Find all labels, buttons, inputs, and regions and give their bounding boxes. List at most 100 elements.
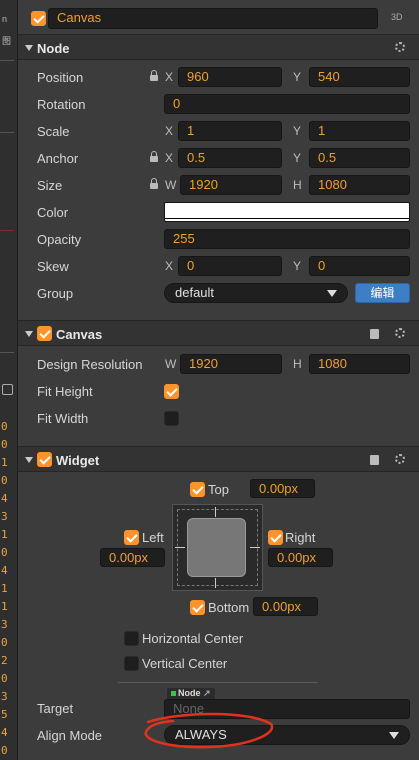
strip-code-char: 0 bbox=[1, 744, 8, 757]
align-right-label: Right bbox=[285, 530, 316, 545]
y-axis-label: Y bbox=[293, 124, 302, 138]
node-active-checkbox[interactable] bbox=[31, 11, 46, 26]
arrow-up-icon bbox=[215, 507, 216, 517]
horizontal-center-checkbox[interactable] bbox=[124, 631, 139, 646]
strip-code-char: 2 bbox=[1, 654, 8, 667]
anchor-x-input[interactable]: 0.5 bbox=[178, 148, 282, 168]
y-axis-label: Y bbox=[293, 70, 302, 84]
gear-icon[interactable] bbox=[395, 454, 405, 464]
align-top-checkbox[interactable] bbox=[190, 482, 205, 497]
align-left-label: Left bbox=[142, 530, 164, 545]
align-mode-label: Align Mode bbox=[37, 728, 103, 743]
gear-icon[interactable] bbox=[395, 42, 405, 52]
skew-y-input[interactable]: 0 bbox=[309, 256, 410, 276]
lock-icon[interactable] bbox=[150, 178, 158, 189]
strip-code-char: 1 bbox=[1, 582, 8, 595]
section-divider bbox=[118, 682, 318, 683]
position-y-input[interactable]: 540 bbox=[309, 67, 410, 87]
red-annotation-circle bbox=[144, 712, 274, 749]
strip-code-char: 4 bbox=[1, 492, 8, 505]
help-book-icon[interactable] bbox=[370, 329, 379, 339]
strip-code-char: 0 bbox=[1, 438, 8, 451]
collapse-triangle-icon[interactable] bbox=[25, 45, 33, 51]
edit-group-button[interactable]: 编辑 bbox=[355, 283, 410, 303]
x-axis-label: X bbox=[165, 124, 174, 138]
mode-3d-label[interactable]: 3D bbox=[391, 12, 403, 22]
position-x-input[interactable]: 960 bbox=[178, 67, 282, 87]
section-title: Canvas bbox=[56, 327, 103, 342]
opacity-input[interactable]: 255 bbox=[164, 229, 410, 249]
align-right-input[interactable]: 0.00px bbox=[268, 548, 333, 567]
strip-code-char: 0 bbox=[1, 546, 8, 559]
align-bottom-checkbox[interactable] bbox=[190, 600, 205, 615]
lock-icon[interactable] bbox=[150, 151, 158, 162]
group-select-value: default bbox=[175, 285, 215, 300]
lock-icon[interactable] bbox=[150, 70, 158, 81]
inspector-panel bbox=[18, 0, 419, 760]
design-resolution-label: Design Resolution bbox=[37, 357, 143, 372]
rotation-input[interactable]: 0 bbox=[164, 94, 410, 114]
align-left-checkbox[interactable] bbox=[124, 530, 139, 545]
strip-code-char: 1 bbox=[1, 600, 8, 613]
strip-divider bbox=[0, 60, 14, 61]
node-name-input[interactable]: Canvas bbox=[48, 8, 378, 29]
strip-code-char: 0 bbox=[1, 672, 8, 685]
node-green-icon bbox=[171, 691, 176, 696]
align-bottom-input[interactable]: 0.00px bbox=[253, 597, 318, 616]
strip-icon[interactable] bbox=[2, 384, 13, 395]
fit-height-checkbox[interactable] bbox=[164, 384, 179, 399]
adjacent-panel-strip: n 图 0 0 1 0 4 3 1 0 4 1 1 3 0 2 0 3 5 4 0 bbox=[0, 0, 18, 760]
position-label: Position bbox=[37, 70, 84, 85]
scale-x-input[interactable]: 1 bbox=[178, 121, 282, 141]
vertical-center-checkbox[interactable] bbox=[124, 656, 139, 671]
color-swatch[interactable] bbox=[164, 202, 410, 222]
node-type-badge: Node ↗ bbox=[167, 688, 215, 699]
size-w-input[interactable]: 1920 bbox=[180, 175, 282, 195]
collapse-triangle-icon[interactable] bbox=[25, 457, 33, 463]
anchor-label: Anchor bbox=[37, 151, 79, 166]
scale-y-input[interactable]: 1 bbox=[309, 121, 410, 141]
align-left-input[interactable]: 0.00px bbox=[100, 548, 165, 567]
w-axis-label: W bbox=[165, 178, 177, 192]
target-label: Target bbox=[37, 701, 74, 716]
align-right-checkbox[interactable] bbox=[268, 530, 283, 545]
widget-preview-rect bbox=[187, 518, 246, 577]
scale-label: Scale bbox=[37, 124, 70, 139]
strip-code-char: 3 bbox=[1, 618, 8, 631]
color-label: Color bbox=[37, 205, 69, 220]
skew-x-input[interactable]: 0 bbox=[178, 256, 282, 276]
group-select[interactable]: default bbox=[164, 283, 348, 303]
size-h-input[interactable]: 1080 bbox=[309, 175, 410, 195]
design-height-input[interactable]: 1080 bbox=[309, 354, 410, 374]
strip-divider bbox=[0, 230, 14, 231]
y-axis-label: Y bbox=[293, 151, 302, 165]
x-axis-label: X bbox=[165, 70, 174, 84]
widget-align-box[interactable] bbox=[172, 504, 263, 591]
widget-enabled-checkbox[interactable] bbox=[37, 452, 52, 467]
design-width-input[interactable]: 1920 bbox=[180, 354, 282, 374]
strip-code-char: 3 bbox=[1, 510, 8, 523]
canvas-enabled-checkbox[interactable] bbox=[37, 326, 52, 341]
strip-code-char: 1 bbox=[1, 528, 8, 541]
align-bottom-label: Bottom bbox=[208, 600, 250, 615]
anchor-y-input[interactable]: 0.5 bbox=[309, 148, 410, 168]
rotation-label: Rotation bbox=[37, 97, 86, 112]
strip-code-char: 4 bbox=[1, 564, 8, 577]
gear-icon[interactable] bbox=[395, 328, 405, 338]
h-axis-label: H bbox=[293, 178, 302, 192]
w-axis-label: W bbox=[165, 357, 177, 371]
size-label: Size bbox=[37, 178, 63, 193]
x-axis-label: X bbox=[165, 259, 174, 273]
help-book-icon[interactable] bbox=[370, 455, 379, 465]
horizontal-center-label: Horizontal Center bbox=[142, 631, 244, 646]
h-axis-label: H bbox=[293, 357, 302, 371]
group-label: Group bbox=[37, 286, 74, 301]
align-top-input[interactable]: 0.00px bbox=[250, 479, 315, 498]
canvas-section-header[interactable]: Canvas bbox=[18, 320, 419, 346]
fit-width-checkbox[interactable] bbox=[164, 411, 179, 426]
collapse-triangle-icon[interactable] bbox=[25, 331, 33, 337]
widget-section-header[interactable]: Widget bbox=[18, 446, 419, 472]
node-section-header[interactable]: Node bbox=[18, 34, 419, 60]
chevron-down-icon bbox=[327, 290, 337, 297]
skew-label: Skew bbox=[37, 259, 69, 274]
